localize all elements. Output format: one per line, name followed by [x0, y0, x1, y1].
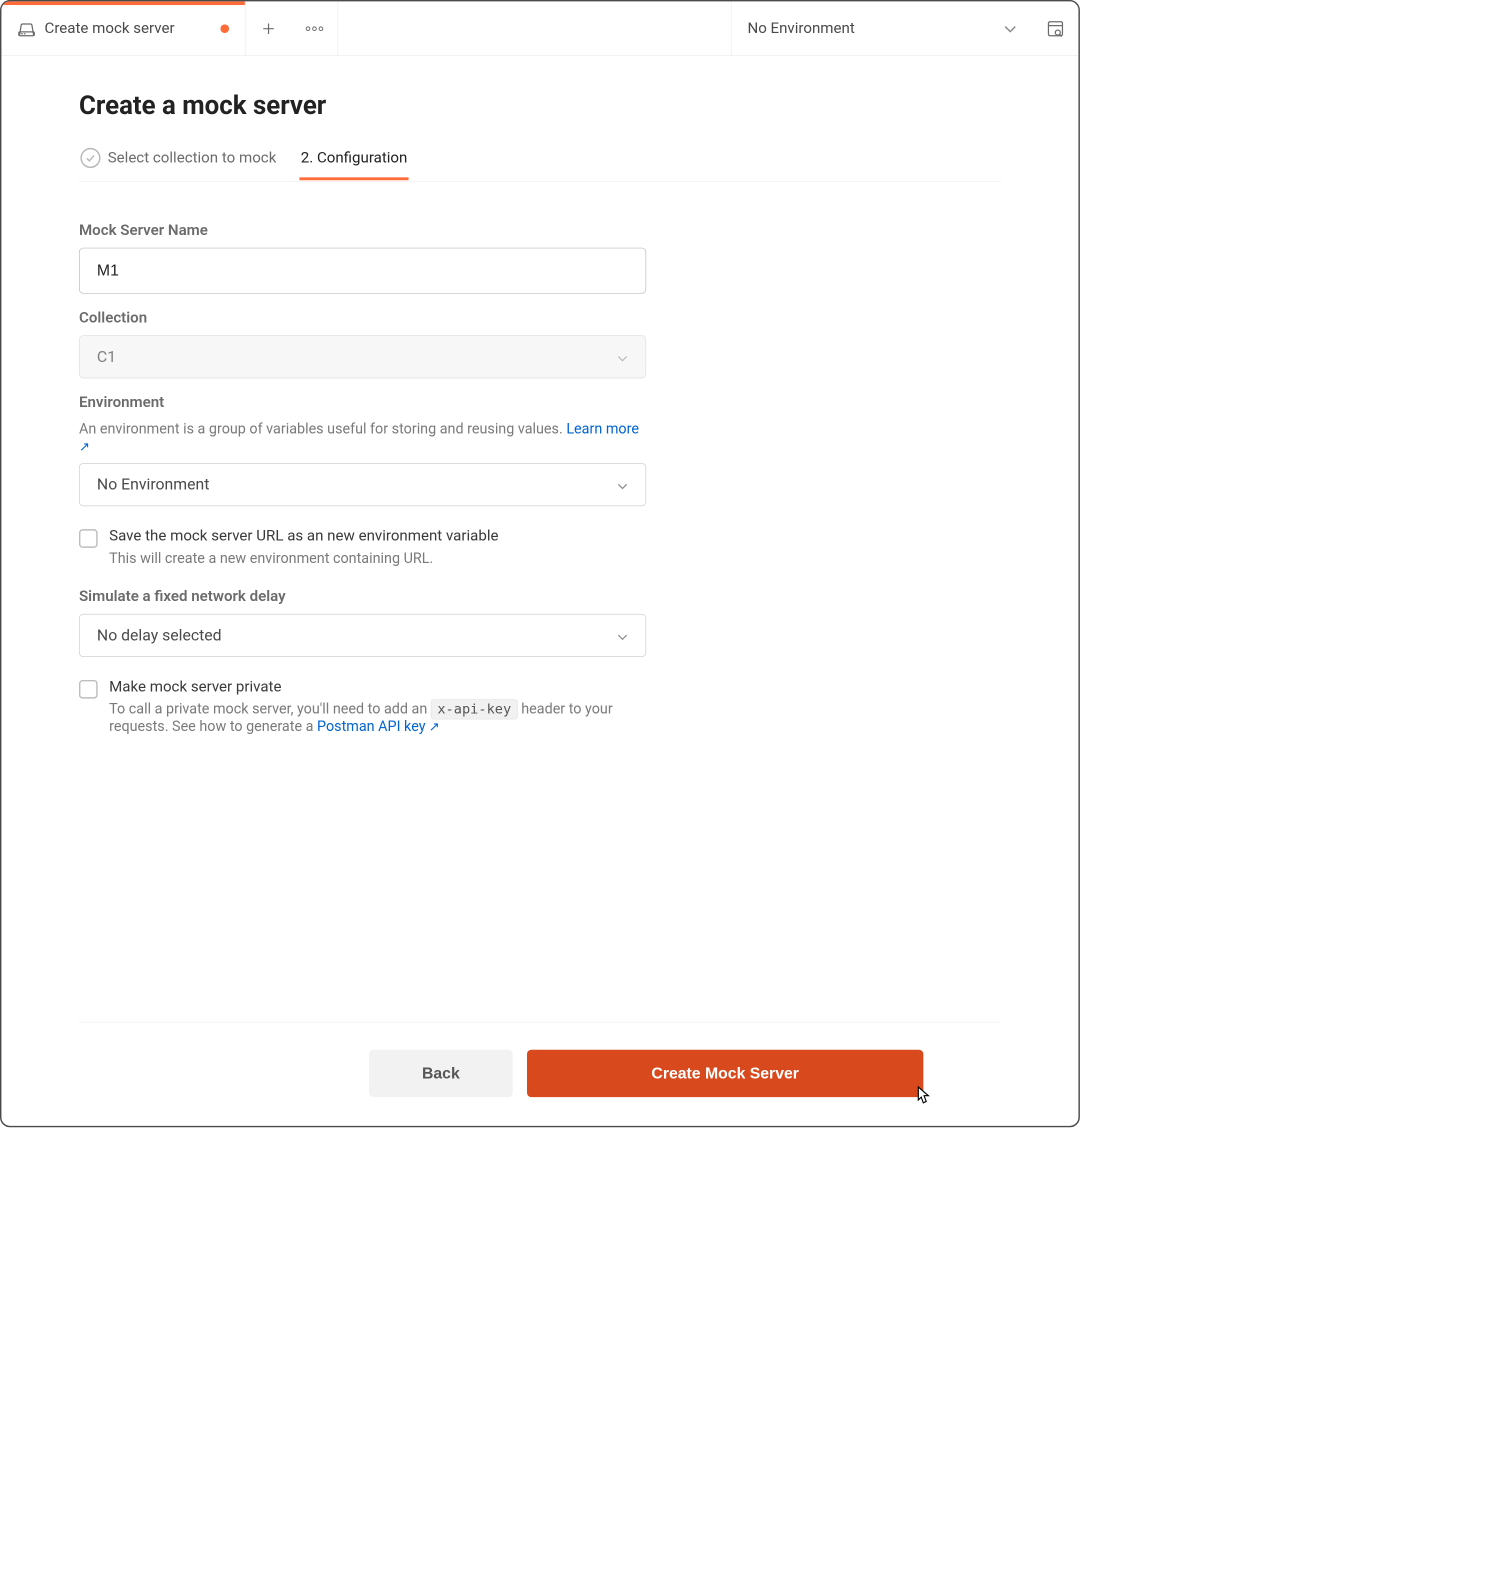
- environment-label: Environment: [79, 394, 646, 411]
- tab-strip: Create mock server No Environment: [1, 1, 1078, 56]
- save-url-desc: This will create a new environment conta…: [109, 549, 498, 566]
- back-button[interactable]: Back: [369, 1050, 513, 1097]
- step-select-collection[interactable]: Select collection to mock: [79, 138, 278, 181]
- private-desc: To call a private mock server, you'll ne…: [109, 700, 646, 734]
- server-icon: [17, 20, 36, 36]
- tab-create-mock-server[interactable]: Create mock server: [1, 1, 245, 55]
- network-delay-value: No delay selected: [97, 626, 222, 644]
- wizard-steps: Select collection to mock 2. Configurati…: [79, 138, 1001, 182]
- environment-picker[interactable]: No Environment: [731, 1, 1033, 55]
- environment-picker-label: No Environment: [747, 20, 977, 37]
- private-checkbox[interactable]: [79, 680, 98, 699]
- chevron-down-icon: [617, 476, 628, 494]
- collection-value: C1: [97, 348, 116, 366]
- ellipsis-icon: [305, 25, 324, 31]
- private-label: Make mock server private: [109, 679, 646, 696]
- collection-select: C1: [79, 335, 646, 378]
- chevron-down-icon: [617, 348, 628, 366]
- mock-server-name-label: Mock Server Name: [79, 222, 646, 239]
- postman-api-key-link[interactable]: Postman API key: [317, 717, 440, 734]
- chevron-down-icon: [1004, 20, 1017, 37]
- create-mock-server-button[interactable]: Create Mock Server: [527, 1050, 923, 1097]
- tab-overflow-button[interactable]: [292, 1, 338, 55]
- private-row: Make mock server private To call a priva…: [79, 679, 646, 735]
- tab-actions: [246, 1, 339, 55]
- environment-quicklook-icon: [1046, 19, 1065, 38]
- content-area: Create a mock server Select collection t…: [1, 56, 1078, 1126]
- tab-label: Create mock server: [45, 20, 175, 37]
- environment-help: An environment is a group of variables u…: [79, 420, 646, 454]
- wizard-footer: Back Create Mock Server: [79, 1022, 1001, 1126]
- network-delay-label: Simulate a fixed network delay: [79, 588, 646, 605]
- step-label: Select collection to mock: [108, 149, 277, 166]
- unsaved-dot-icon: [220, 24, 229, 33]
- check-circle-icon: [80, 148, 100, 168]
- environment-value: No Environment: [97, 476, 209, 494]
- page-title: Create a mock server: [79, 90, 1001, 120]
- api-key-code: x-api-key: [431, 699, 518, 719]
- step-configuration[interactable]: 2. Configuration: [299, 139, 408, 179]
- plus-icon: [261, 20, 277, 36]
- config-form: Mock Server Name Collection C1 Environme…: [79, 182, 646, 735]
- network-delay-select[interactable]: No delay selected: [79, 614, 646, 657]
- save-url-checkbox[interactable]: [79, 529, 98, 548]
- mock-server-name-input[interactable]: [79, 248, 646, 294]
- step-label: 2. Configuration: [301, 149, 408, 166]
- save-url-label: Save the mock server URL as an new envir…: [109, 528, 498, 545]
- collection-label: Collection: [79, 309, 646, 326]
- new-tab-button[interactable]: [246, 1, 292, 55]
- environment-quicklook-button[interactable]: [1032, 1, 1078, 55]
- app-window: Create mock server No Environment: [0, 0, 1080, 1127]
- chevron-down-icon: [617, 626, 628, 644]
- save-url-row: Save the mock server URL as an new envir…: [79, 528, 646, 567]
- environment-select[interactable]: No Environment: [79, 463, 646, 506]
